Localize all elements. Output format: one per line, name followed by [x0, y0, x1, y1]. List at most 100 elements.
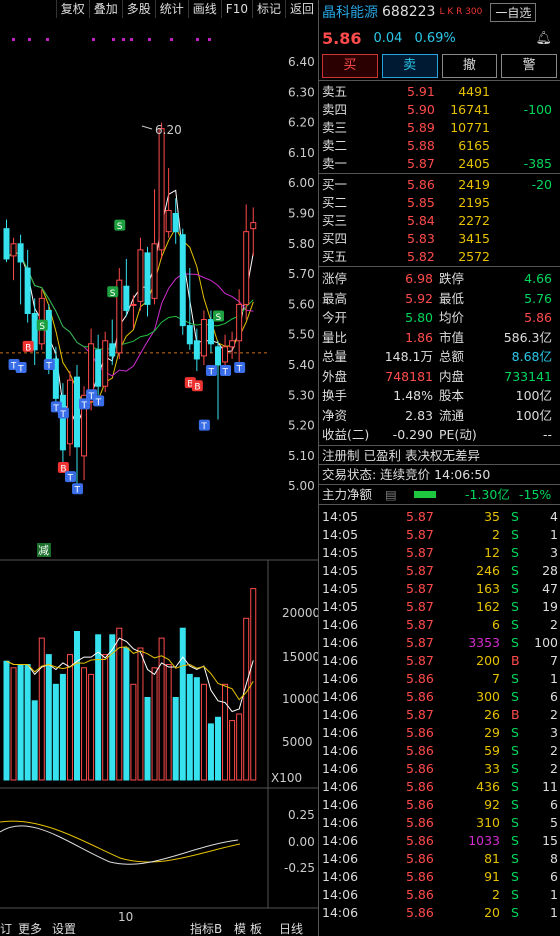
tick-count: 6 — [550, 868, 558, 884]
toolbar-duogu[interactable]: 多股 — [121, 0, 155, 18]
bottom-tab[interactable]: 日线 — [279, 922, 303, 936]
volume-tick: 5000 — [282, 735, 313, 749]
bid-price: 5.82 — [407, 249, 435, 264]
toolbar-diejia[interactable]: 叠加 — [88, 0, 122, 18]
trading-status: 交易状态: 连续竞价 14:06:50 — [319, 463, 560, 484]
volume-bar — [165, 664, 172, 781]
tick-price: 5.87 — [406, 508, 434, 524]
ask-price: 5.90 — [407, 102, 435, 117]
bid-price: 5.84 — [407, 213, 435, 228]
ask-volume: 4491 — [458, 84, 490, 99]
stat-value: 100亿 — [515, 388, 552, 403]
bid-label: 买三 — [322, 213, 348, 228]
candle — [144, 246, 151, 317]
tick-row: 14:05 5.87 12 S 3 — [319, 544, 560, 562]
tick-volume: 300 — [476, 688, 500, 704]
bid-price: 5.86 — [407, 177, 435, 192]
bell-icon[interactable]: 🔔︎ — [535, 31, 552, 46]
ask-row: 卖三 5.89 10771 — [319, 119, 560, 137]
tick-side: S — [511, 562, 519, 578]
price-change: 0.04 — [373, 30, 403, 46]
toolbar-fanhui[interactable]: 返回 — [284, 0, 318, 18]
candle — [102, 331, 109, 393]
tick-count: 47 — [542, 580, 558, 596]
tick-volume: 20 — [484, 904, 500, 920]
tick-row: 14:06 5.86 81 S 8 — [319, 850, 560, 868]
bottom-tab[interactable]: 更多 — [18, 922, 42, 936]
tick-count: 4 — [550, 508, 558, 524]
ask-volume: 10771 — [450, 120, 490, 135]
bottom-tab[interactable]: 模 — [234, 922, 246, 936]
tick-row: 14:06 5.86 436 S 11 — [319, 778, 560, 796]
volume-bar — [172, 697, 179, 781]
ask-volume: 2405 — [458, 156, 490, 171]
bid-label: 买一 — [322, 177, 348, 192]
indicator-dot — [122, 38, 125, 41]
tick-count: 3 — [550, 544, 558, 560]
tick-time: 14:05 — [322, 544, 359, 560]
toolbar-tongji[interactable]: 统计 — [154, 0, 188, 18]
ask-price: 5.91 — [407, 84, 435, 99]
signal-marker: T — [93, 395, 105, 408]
tick-time: 14:06 — [322, 760, 359, 776]
toolbar-fuquan[interactable]: 复权 — [55, 0, 89, 18]
tick-time: 14:06 — [322, 616, 359, 632]
tick-time: 14:06 — [322, 724, 359, 740]
bottom-tab[interactable]: 订 — [0, 922, 12, 936]
tick-volume: 33 — [484, 760, 500, 776]
bid-row: 买二 5.85 2195 — [319, 194, 560, 212]
tick-count: 5 — [550, 814, 558, 830]
indicator-dot — [148, 38, 151, 41]
tick-count: 1 — [550, 904, 558, 920]
flow-menu-icon[interactable]: ▤ — [385, 485, 397, 505]
sell-button[interactable]: 卖 — [381, 54, 438, 78]
tick-count: 28 — [542, 562, 558, 578]
tick-count: 1 — [550, 886, 558, 902]
cancel-button[interactable]: 撤 — [441, 54, 498, 78]
signal-marker: B — [22, 340, 34, 353]
tick-side: S — [511, 850, 519, 866]
bottom-tab[interactable]: 指标B — [190, 921, 222, 936]
toolbar-huaxian[interactable]: 画线 — [187, 0, 221, 18]
stat-row: 涨停 6.98 跌停 4.66 — [319, 269, 560, 289]
bid-row: 买五 5.82 2572 — [319, 248, 560, 266]
stat-label: PE(动) — [439, 427, 477, 442]
price-tick: 6.30 — [288, 85, 315, 99]
bid-volume: 2572 — [458, 249, 490, 264]
volume-bar — [207, 723, 214, 781]
candle — [109, 319, 116, 365]
tick-side: S — [511, 886, 519, 902]
kline-chart[interactable]: 6.40 6.30 6.20 6.10 6.00 5.90 5.80 5.70 5.60 5.50… — [0, 18, 318, 936]
tick-price: 5.87 — [406, 706, 434, 722]
stat-label: 量比 — [322, 329, 348, 345]
volume-bar — [95, 634, 102, 781]
bid-volume: 2419 — [458, 177, 490, 192]
volume-bars — [3, 588, 257, 781]
tick-volume: 59 — [484, 742, 500, 758]
bottom-tab[interactable]: 板 — [250, 922, 262, 936]
stat-label: 内盘 — [439, 368, 465, 384]
ask-price: 5.88 — [407, 138, 435, 153]
tick-side: S — [511, 526, 519, 542]
buy-button[interactable]: 买 — [322, 54, 378, 78]
stats-table: 涨停 6.98 跌停 4.66 最高 5.92 最低 5.76 今开 5.80 均价 5.86 量比 1.… — [319, 266, 560, 445]
ask-price: 5.89 — [407, 120, 435, 135]
high-price-label: 6.20 — [155, 123, 182, 137]
toolbar-f10[interactable]: F10 — [220, 0, 252, 18]
tick-price: 5.87 — [406, 580, 434, 596]
svg-text:T: T — [207, 368, 214, 378]
watchlist-button[interactable]: 一自选 — [490, 2, 537, 22]
price-axis: 6.40 6.30 6.20 6.10 6.00 5.90 5.80 5.70 5.60 5.50… — [288, 55, 315, 493]
stat-label: 市值 — [439, 329, 465, 345]
tick-price: 5.86 — [406, 688, 434, 704]
toolbar-biaoji[interactable]: 标记 — [251, 0, 285, 18]
signal-marker: S — [36, 319, 48, 332]
bottom-tab[interactable]: 设置 — [52, 922, 76, 936]
stock-name: 晶科能源 — [322, 5, 378, 21]
candle — [116, 268, 123, 359]
indicator-dot — [130, 38, 133, 41]
alert-button[interactable]: 警 — [501, 54, 557, 78]
stat-row: 量比 1.86 市值 586.3亿 — [319, 328, 560, 348]
tick-side: B — [511, 652, 520, 668]
tick-row: 14:06 5.87 6 S 2 — [319, 616, 560, 634]
